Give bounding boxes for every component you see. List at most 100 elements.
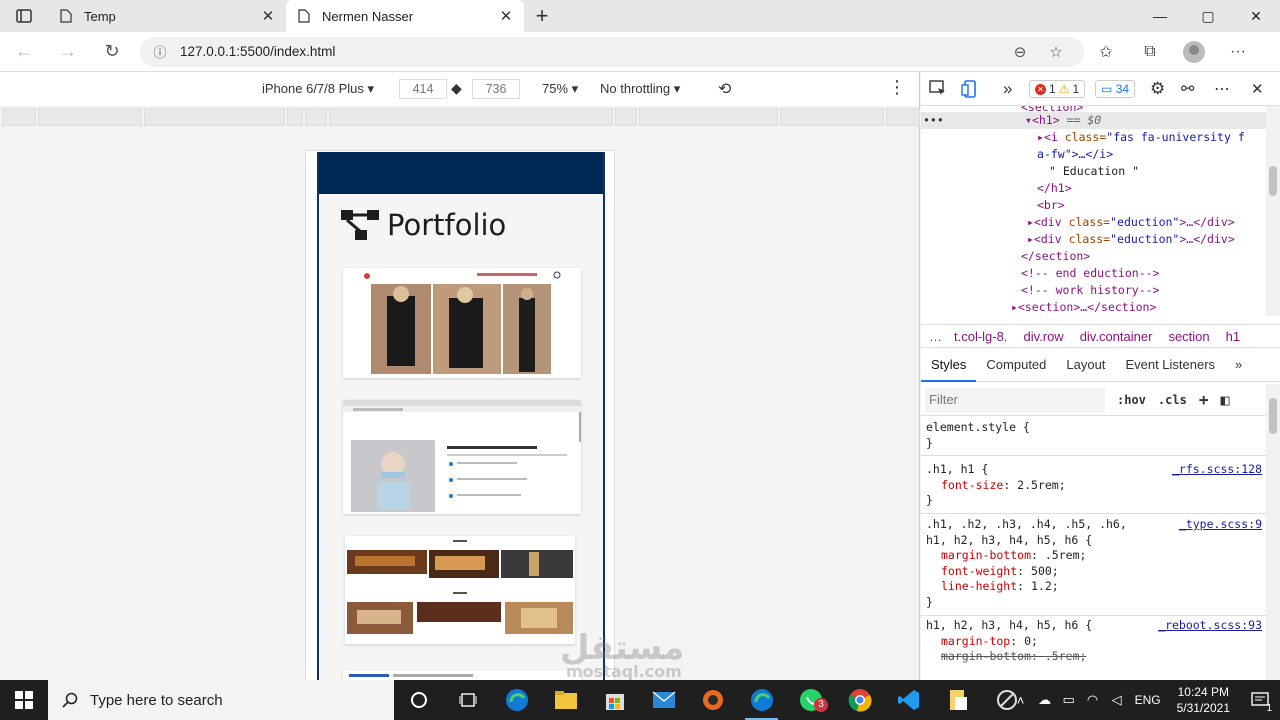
issues-badge[interactable]: ✕ 1 ⚠ 1 [1029, 72, 1086, 106]
chevron-up-icon[interactable]: ˄ [1009, 693, 1033, 708]
tab-computed[interactable]: Computed [976, 350, 1056, 382]
language-indicator[interactable]: ENG [1135, 693, 1161, 707]
device-select[interactable]: iPhone 6/7/8 Plus ▾ [262, 81, 374, 97]
zoom-out-icon[interactable]: ⊖ [1002, 43, 1038, 61]
close-tab-icon[interactable]: ✕ [498, 8, 514, 25]
dom-node-i-cont[interactable]: a-fw">…</i> [1037, 147, 1113, 161]
address-url[interactable]: 127.0.0.1:5500/index.html [180, 44, 1002, 59]
settings-gear-icon[interactable]: ⚙ [1150, 72, 1165, 106]
close-tab-icon[interactable]: ✕ [260, 8, 276, 25]
device-toggle-button[interactable] [961, 72, 979, 106]
mail-button[interactable] [639, 680, 688, 720]
add-favorite-icon[interactable]: ☆ [1038, 43, 1074, 61]
dom-close-section[interactable]: </section> [1021, 249, 1090, 263]
new-tab-button[interactable]: + [524, 0, 560, 32]
messages-badge[interactable]: ▭ 34 [1095, 72, 1136, 106]
close-devtools-icon[interactable]: ✕ [1251, 72, 1264, 106]
style-rule[interactable]: element.style { } [921, 418, 1266, 457]
project-card-fashion[interactable] [343, 268, 581, 378]
rotate-icon[interactable]: ⟲ [718, 79, 731, 99]
profile-button[interactable] [1172, 36, 1216, 68]
dom-node-div[interactable]: ▸<div class="eduction">…</div> [1027, 232, 1235, 246]
refresh-button[interactable]: ↻ [92, 36, 132, 68]
forward-button[interactable]: → [48, 36, 88, 68]
clock[interactable]: 10:24 PM 5/31/2021 [1177, 684, 1230, 716]
width-input[interactable]: 414 [399, 79, 447, 99]
onedrive-icon[interactable]: ☁ [1033, 692, 1057, 708]
edge-taskbar-button[interactable] [492, 680, 541, 720]
back-button[interactable]: ← [4, 36, 44, 68]
chrome-button[interactable] [835, 680, 884, 720]
dom-node-i[interactable]: ▸<i class="fas fa-university f [1037, 130, 1245, 144]
collections-button[interactable]: ⧉ [1128, 36, 1172, 68]
hover-state-toggle[interactable]: :hov [1117, 393, 1146, 407]
tab-styles[interactable]: Styles [921, 350, 977, 382]
throttling-select[interactable]: No throttling ▾ [600, 81, 680, 97]
dom-text-node[interactable]: " Education " [1049, 164, 1139, 178]
dom-node-section[interactable]: ▸<section>…</section> [1011, 300, 1156, 314]
files-button[interactable] [933, 680, 982, 720]
notifications-button[interactable]: 1 [1240, 680, 1280, 720]
wifi-icon[interactable]: ◠ [1081, 692, 1105, 708]
dom-comment[interactable]: <!-- end eduction--> [1021, 266, 1159, 280]
dom-node-div[interactable]: ▸<div class="eduction">…</div> [1027, 215, 1235, 229]
breadcrumb-item[interactable]: div.row [1015, 329, 1071, 344]
breadcrumb-item[interactable]: t.col-lg-8. [946, 329, 1015, 344]
task-view-button[interactable] [443, 680, 492, 720]
tab-actions-button[interactable] [0, 0, 48, 32]
dom-ellipsis[interactable]: ••• [923, 113, 944, 127]
devtools-more-icon[interactable]: ⋯ [1214, 72, 1230, 106]
start-button[interactable] [0, 680, 48, 720]
dom-comment[interactable]: <!-- work history--> [1021, 283, 1159, 297]
file-explorer-button[interactable] [541, 680, 590, 720]
more-tabs-icon[interactable]: » [1225, 350, 1252, 382]
breadcrumb-item[interactable]: section [1160, 329, 1217, 344]
tab-layout[interactable]: Layout [1056, 350, 1115, 382]
volume-icon[interactable]: ◁ [1105, 692, 1129, 708]
breadcrumb-item[interactable]: div.container [1072, 329, 1161, 344]
dom-close-h1[interactable]: </h1> [1037, 181, 1072, 195]
project-card-music[interactable] [345, 536, 575, 644]
height-input[interactable]: 736 [472, 79, 520, 99]
maximize-button[interactable]: ▢ [1184, 0, 1232, 32]
device-toolbar-more-icon[interactable]: ⋮ [888, 77, 907, 98]
computed-sidebar-icon[interactable]: ◧ [1220, 391, 1229, 409]
close-window-button[interactable]: ✕ [1232, 0, 1280, 32]
styles-filter-input[interactable]: Filter [925, 387, 1105, 412]
source-link[interactable]: _type.scss:9 [1179, 517, 1262, 533]
zoom-select[interactable]: 75% ▾ [542, 81, 578, 97]
favorites-button[interactable]: ✩ [1084, 36, 1128, 68]
styles-scrollbar[interactable] [1266, 384, 1280, 680]
style-rule[interactable]: .h1, .h2, .h3, .h4, .h5, .h6, _type.scss… [921, 515, 1266, 616]
inspect-button[interactable] [929, 72, 947, 106]
tab-nermen-nasser[interactable]: Nermen Nasser ✕ [286, 0, 524, 32]
swap-dimensions-icon[interactable]: ◆ [451, 80, 462, 97]
battery-icon[interactable]: ▭ [1057, 692, 1081, 708]
elements-scrollbar[interactable] [1266, 106, 1280, 316]
breadcrumb-item[interactable]: … [921, 329, 946, 344]
style-rule[interactable]: h1, h2, h3, h4, h5, h6 { _reboot.scss:93… [921, 616, 1266, 669]
taskbar-search[interactable]: Type here to search [48, 680, 394, 720]
source-link[interactable]: _reboot.scss:93 [1158, 618, 1262, 634]
edge-active-button[interactable] [737, 680, 786, 720]
more-panels-icon[interactable]: » [1003, 72, 1012, 106]
settings-menu-button[interactable]: ··· [1216, 36, 1260, 68]
info-icon[interactable]: ⓘ [150, 42, 170, 61]
vscode-button[interactable] [884, 680, 933, 720]
address-bar[interactable]: ⓘ 127.0.0.1:5500/index.html ⊖ ☆ [140, 36, 1084, 67]
store-button[interactable] [590, 680, 639, 720]
dom-node-h1[interactable]: ▾<h1> == $0 [1025, 113, 1101, 127]
project-card-medical[interactable] [343, 400, 581, 514]
class-toggle[interactable]: .cls [1158, 393, 1187, 407]
tab-event-listeners[interactable]: Event Listeners [1115, 350, 1225, 382]
minimize-button[interactable]: — [1136, 0, 1184, 32]
dom-node-br[interactable]: <br> [1037, 198, 1065, 212]
tab-temp[interactable]: Temp ✕ [48, 0, 286, 32]
whatsapp-button[interactable]: 3 [786, 680, 835, 720]
cortana-button[interactable] [394, 680, 443, 720]
breadcrumb-item[interactable]: h1 [1218, 329, 1248, 344]
media-query-bar[interactable] [0, 108, 920, 126]
app-button[interactable] [688, 680, 737, 720]
style-rule[interactable]: .h1, h1 { _rfs.scss:128 font-size: 2.5re… [921, 460, 1266, 514]
connect-icon[interactable]: ⚯ [1181, 72, 1194, 106]
